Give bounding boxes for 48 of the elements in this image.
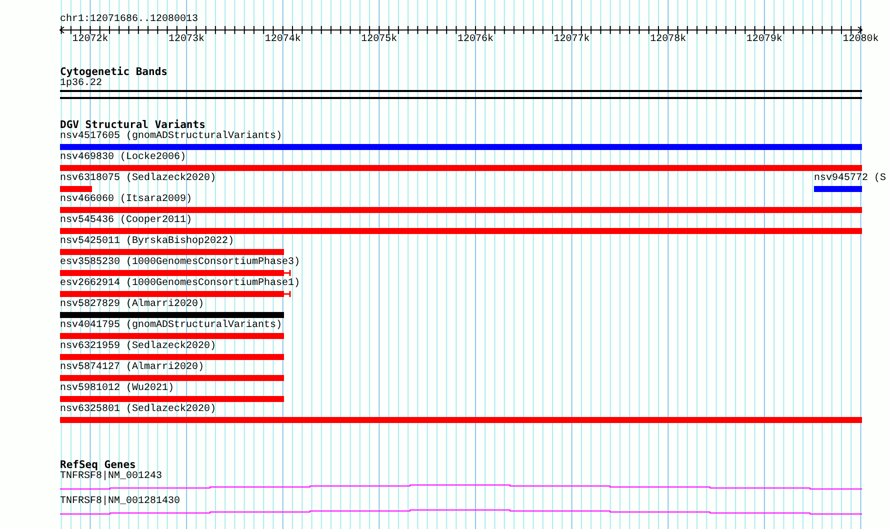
variant-label: nsv5981012 (Wu2021) xyxy=(60,383,174,395)
variant-bar[interactable] xyxy=(60,291,284,297)
transcript-label: TNFRSF8|NM_001281430 xyxy=(60,496,180,508)
variant-bar[interactable] xyxy=(60,417,862,423)
variant-label: nsv945772 (S xyxy=(814,173,886,185)
track-title: Cytogenetic Bands xyxy=(60,66,168,78)
variant-bar[interactable] xyxy=(60,228,862,234)
variant-bar[interactable] xyxy=(60,396,284,402)
track-title: DGV Structural Variants xyxy=(60,119,206,131)
band-label: 1p36.22 xyxy=(60,78,102,90)
variant-label: nsv469830 (Locke2006) xyxy=(60,152,186,164)
tick-label: 12078k xyxy=(650,34,686,46)
tick-label: 12077k xyxy=(554,34,590,46)
variant-label: nsv6318075 (Sedlazeck2020) xyxy=(60,173,216,185)
variant-label: esv2662914 (1000GenomesConsortiumPhase1) xyxy=(60,278,300,290)
variant-label: nsv6325801 (Sedlazeck2020) xyxy=(60,404,216,416)
variant-bar[interactable] xyxy=(60,270,284,276)
variant-bar[interactable] xyxy=(60,375,284,381)
variant-label: nsv5874127 (Almarri2020) xyxy=(60,362,204,374)
track-title: RefSeq Genes xyxy=(60,459,136,471)
variant-bar[interactable] xyxy=(60,249,284,255)
tick-label: 12076k xyxy=(457,34,494,46)
variant-bar[interactable] xyxy=(60,333,284,339)
transcript-label: TNFRSF8|NM_001243 xyxy=(60,471,162,483)
variant-bar[interactable] xyxy=(814,186,862,192)
variant-bar[interactable] xyxy=(60,165,862,171)
variant-bar[interactable] xyxy=(60,312,284,318)
tick-label: 12072k xyxy=(72,34,108,46)
variant-label: nsv4041795 (gnomADStructuralVariants) xyxy=(60,320,282,332)
variant-bar[interactable] xyxy=(60,144,862,150)
variant-bar[interactable] xyxy=(60,186,92,192)
variant-label: nsv5425011 (ByrskaBishop2022) xyxy=(60,236,234,248)
variant-label: nsv6321959 (Sedlazeck2020) xyxy=(60,341,216,353)
tick-label: 12075k xyxy=(361,34,398,46)
variant-label: esv3585230 (1000GenomesConsortiumPhase3) xyxy=(60,257,300,269)
variant-label: nsv5827829 (Almarri2020) xyxy=(60,299,204,311)
location-label: chr1:12071686..12080013 xyxy=(60,14,198,26)
tick-label: 12074k xyxy=(264,34,301,46)
variant-label: nsv4517605 (gnomADStructuralVariants) xyxy=(60,131,282,143)
variant-label: nsv545436 (Cooper2011) xyxy=(60,215,192,227)
whisker-icon xyxy=(283,290,291,298)
whisker-icon xyxy=(283,269,291,277)
tick-label: 12079k xyxy=(746,34,782,46)
variant-bar[interactable] xyxy=(60,354,284,360)
tick-label: 12080k xyxy=(842,34,879,46)
variant-label: nsv466060 (Itsara2009) xyxy=(60,194,192,206)
tick-label: 12073k xyxy=(168,34,205,46)
variant-bar[interactable] xyxy=(60,207,862,213)
